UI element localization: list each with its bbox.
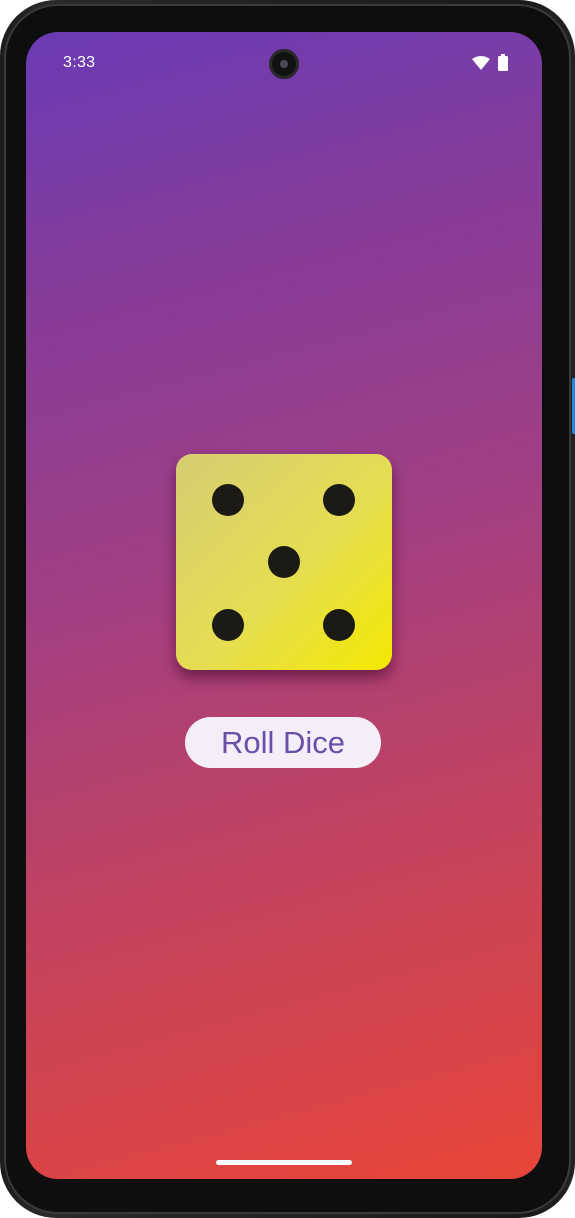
battery-icon	[498, 54, 508, 71]
dice-face	[176, 454, 392, 670]
status-time: 3:33	[63, 54, 96, 71]
home-indicator[interactable]	[216, 1160, 352, 1165]
dice-pip	[323, 484, 355, 516]
dice-pip	[212, 484, 244, 516]
dice-pip	[212, 609, 244, 641]
dice-pip	[323, 609, 355, 641]
front-camera-icon	[269, 49, 299, 79]
roll-dice-button[interactable]: Roll Dice	[185, 717, 381, 768]
dice-pip	[268, 546, 300, 578]
status-bar: 3:33	[26, 32, 542, 94]
phone-frame: 3:33 Roll Dice	[0, 0, 575, 1218]
app-screen: 3:33 Roll Dice	[26, 32, 542, 1179]
status-icons	[472, 54, 508, 71]
wifi-icon	[472, 55, 490, 70]
